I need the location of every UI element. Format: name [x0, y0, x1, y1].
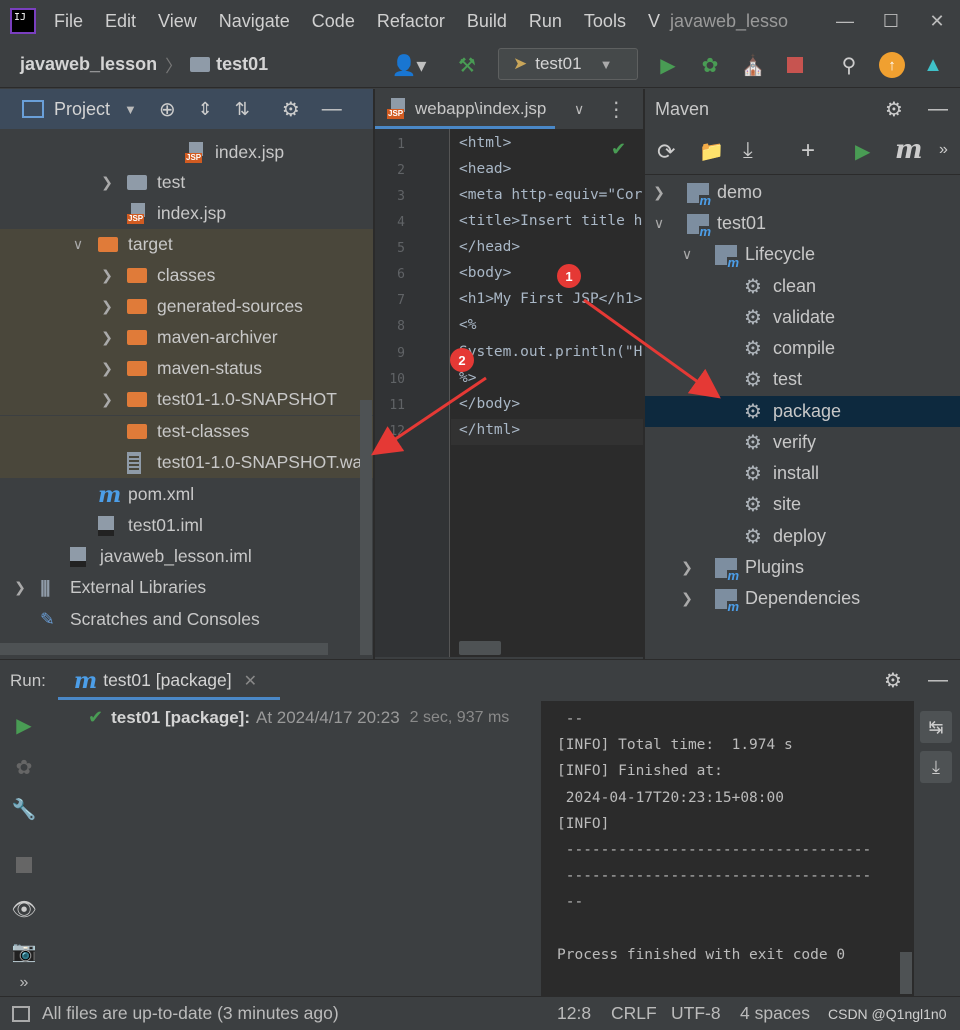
annotation-arrows: [371, 298, 721, 456]
annotation-arrow-1: [583, 298, 721, 399]
annotation-arrow-2: [371, 376, 487, 456]
annotation-marker-2: 2: [450, 348, 474, 372]
annotation-marker-1: 1: [557, 264, 581, 288]
